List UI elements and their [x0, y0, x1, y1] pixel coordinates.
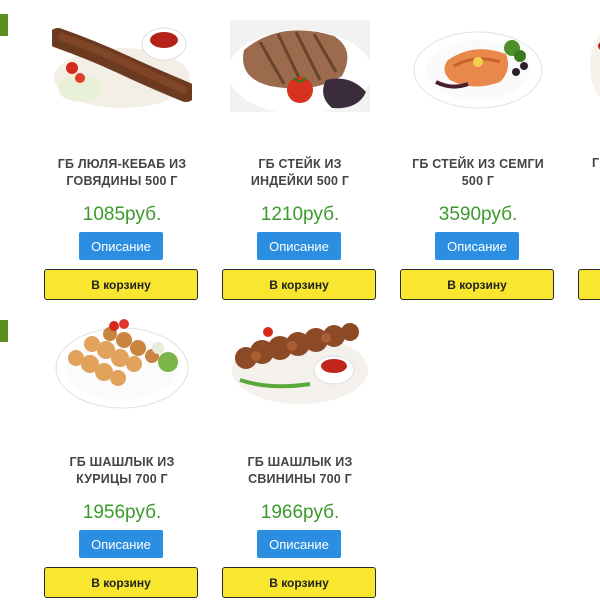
product-title-line2: ГОВЯДИНЫ 500 Г	[66, 174, 178, 188]
description-button[interactable]: Описание	[257, 530, 341, 558]
chicken-shashlik-photo[interactable]	[52, 318, 192, 410]
lula-kebab-photo[interactable]	[52, 20, 192, 112]
product-title-line2: ИНДЕЙКИ 500 Г	[250, 174, 350, 188]
description-button[interactable]: Описание	[257, 232, 341, 260]
product-price: 3590руб.	[438, 204, 518, 225]
category-marker	[0, 14, 8, 36]
category-marker	[0, 320, 8, 342]
add-to-cart-button[interactable]	[578, 269, 600, 300]
product-title-line2: КУРИЦЫ 700 Г	[76, 472, 168, 486]
add-to-cart-button[interactable]: В корзину	[222, 269, 376, 300]
salmon-steak-photo[interactable]	[408, 20, 548, 112]
product-title-line1: ГБ ЛЮЛЯ-КЕБАБ ИЗ	[57, 157, 187, 171]
add-to-cart-button[interactable]: В корзину	[222, 567, 376, 598]
add-to-cart-button[interactable]: В корзину	[44, 567, 198, 598]
description-button[interactable]: Описание	[79, 530, 163, 558]
product-title-line2: СВИНИНЫ 700 Г	[248, 472, 352, 486]
product-title-line1: ГБ ШАШЛЫК ИЗ	[247, 455, 353, 469]
product-price: 1210руб.	[260, 204, 340, 225]
turkey-steak-photo[interactable]	[230, 20, 370, 112]
product-price: 1956руб.	[82, 502, 162, 523]
product-title-line1: ГБ СТЕЙК ИЗ СЕМГИ	[412, 157, 544, 171]
partial-dish-photo[interactable]	[586, 20, 600, 112]
product-grid-page: ГБ ЛЮЛЯ-КЕБАБ ИЗ ГОВЯДИНЫ 500 Г 1085руб.…	[0, 0, 600, 600]
product-title-line1: ГБ ШАШЛЫК ИЗ	[69, 455, 175, 469]
product-price: 1966руб.	[260, 502, 340, 523]
product-price: 1085руб.	[82, 204, 162, 225]
product-title-line1: Г	[592, 156, 600, 170]
add-to-cart-button[interactable]: В корзину	[400, 269, 554, 300]
description-button[interactable]: Описание	[79, 232, 163, 260]
product-title-line1: ГБ СТЕЙК ИЗ	[258, 157, 342, 171]
pork-shashlik-photo[interactable]	[230, 318, 370, 410]
product-title-line2: 500 Г	[461, 174, 495, 188]
description-button[interactable]: Описание	[435, 232, 519, 260]
add-to-cart-button[interactable]: В корзину	[44, 269, 198, 300]
